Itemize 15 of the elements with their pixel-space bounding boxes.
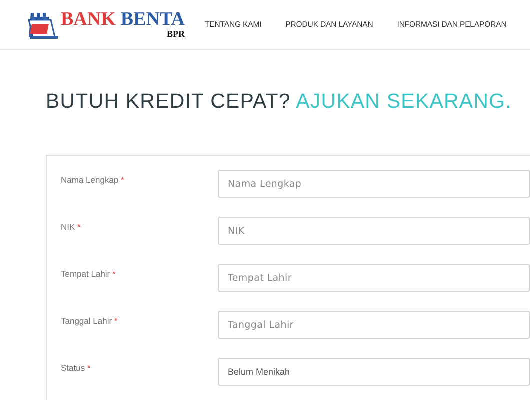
input-field[interactable]: Tempat Lahir: [218, 264, 530, 292]
heading-highlight: AJUKAN SEKARANG.: [296, 90, 512, 113]
field-label: Status *: [61, 362, 92, 373]
field-label: Nama Lengkap *: [61, 174, 126, 185]
brand-subtitle: BPR: [166, 30, 185, 39]
brand-word: BANK: [61, 10, 116, 29]
input-field[interactable]: Nama Lengkap: [218, 170, 530, 198]
field-label: NIK *: [61, 221, 82, 232]
input-field[interactable]: NIK: [218, 217, 530, 245]
brand-word: BENTA: [120, 10, 185, 29]
input-field[interactable]: Tanggal Lahir: [218, 311, 530, 339]
field-label: Tanggal Lahir *: [61, 315, 119, 326]
heading-text: BUTUH KREDIT CEPAT?: [46, 90, 291, 113]
field-label: Tempat Lahir *: [61, 268, 117, 279]
select-field[interactable]: Belum Menikah: [218, 358, 530, 386]
